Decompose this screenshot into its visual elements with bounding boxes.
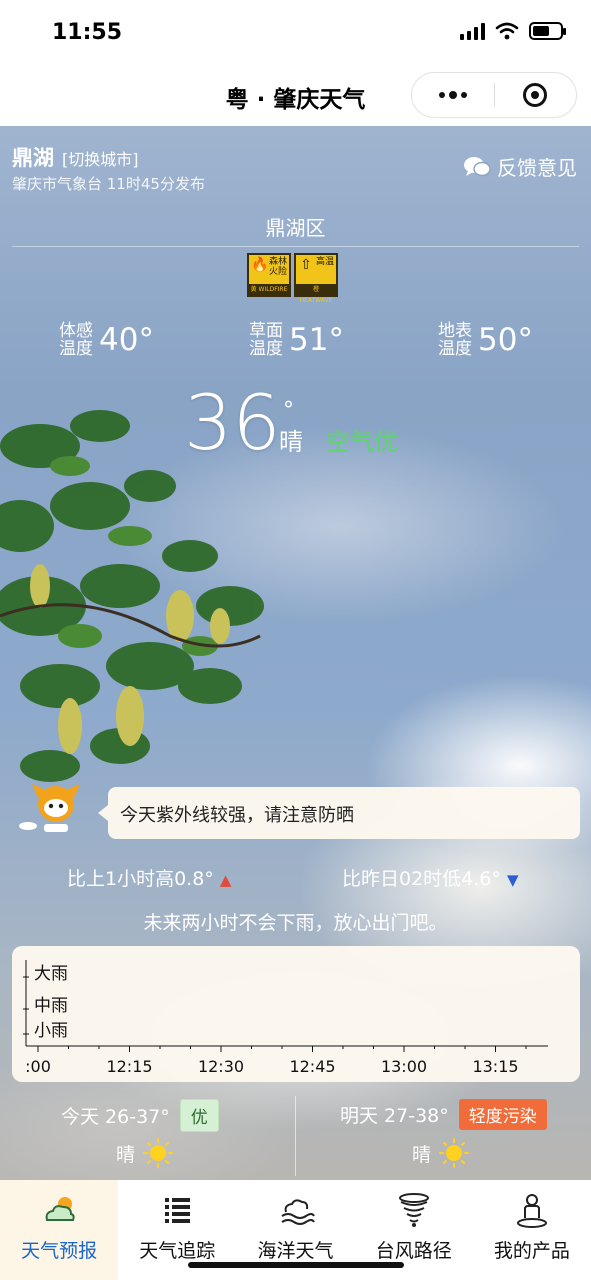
battery-icon bbox=[529, 22, 566, 40]
degree-symbol: ° bbox=[283, 398, 294, 423]
publish-info: 肇庆市气象台 11时45分发布 bbox=[12, 175, 205, 193]
warning-name: 森林火险 bbox=[269, 257, 288, 277]
rain-forecast-message: 未来两小时不会下雨，放心出门吧。 bbox=[143, 912, 448, 934]
chart-x-label: :00 bbox=[25, 1057, 51, 1076]
tab-weather-forecast[interactable]: 天气预报 bbox=[0, 1180, 119, 1280]
ground-temperature: 地表温度 50° bbox=[438, 322, 533, 358]
today-weather: 晴 bbox=[116, 1143, 136, 1166]
up-arrow-icon: ▲ bbox=[219, 871, 232, 889]
metric-value: 50° bbox=[478, 322, 533, 358]
tab-my-products[interactable]: 我的产品 bbox=[473, 1180, 591, 1280]
divider bbox=[12, 246, 579, 247]
city-row: 鼎湖 [切换城市] bbox=[12, 142, 139, 172]
warning-name: 高温 bbox=[316, 257, 335, 267]
chart-y-label: 小雨 bbox=[34, 1021, 68, 1041]
city-name: 鼎湖 bbox=[12, 146, 54, 170]
tip-text: 今天紫外线较强，请注意防晒 bbox=[120, 805, 354, 826]
chart-x-label: 13:15 bbox=[472, 1057, 518, 1076]
wifi-icon bbox=[495, 22, 519, 40]
chart-x-label: 13:00 bbox=[381, 1057, 427, 1076]
switch-city-link[interactable]: [切换城市] bbox=[62, 146, 139, 170]
chat-bubble-icon bbox=[464, 156, 491, 176]
metric-value: 40° bbox=[99, 322, 154, 358]
status-time: 11:55 bbox=[52, 20, 123, 45]
tab-label: 我的产品 bbox=[493, 1240, 570, 1262]
chart-x-label: 12:15 bbox=[106, 1057, 152, 1076]
metric-label: 草面温度 bbox=[249, 321, 283, 359]
tomorrow-forecast[interactable]: 明天 27-38° 轻度污染 bbox=[340, 1099, 547, 1130]
today-forecast[interactable]: 今天 26-37° 优 bbox=[61, 1099, 219, 1132]
tab-label: 天气追踪 bbox=[139, 1240, 216, 1262]
feels-like-temperature: 体感温度 40° bbox=[59, 322, 154, 358]
thermometer-icon: ⇧ bbox=[300, 257, 312, 273]
chart-x-label: 12:30 bbox=[198, 1057, 244, 1076]
chart-y-label: 大雨 bbox=[34, 964, 68, 984]
feedback-label: 反馈意见 bbox=[497, 156, 577, 180]
more-dots-icon bbox=[438, 91, 467, 99]
more-button[interactable] bbox=[412, 73, 494, 117]
cellular-signal-icon bbox=[460, 22, 485, 40]
nav-bar: 粤 · 肇庆天气 bbox=[0, 64, 591, 126]
warning-badges: 🔥 森林火险 黄 WILDFIRE ⇧ 高温 橙 HEATWAVE bbox=[247, 253, 338, 304]
chart-x-label: 12:45 bbox=[289, 1057, 335, 1076]
ocean-icon bbox=[280, 1199, 315, 1225]
heatwave-warning-badge[interactable]: ⇧ 高温 橙 HEATWAVE bbox=[294, 253, 338, 304]
sun-icon bbox=[143, 1138, 174, 1168]
tomorrow-aqi-badge: 轻度污染 bbox=[458, 1099, 547, 1130]
close-miniprogram-button[interactable] bbox=[495, 73, 577, 117]
metric-label: 地表温度 bbox=[438, 321, 472, 359]
tomorrow-condition: 晴 bbox=[412, 1138, 470, 1168]
wildfire-warning-badge[interactable]: 🔥 森林火险 黄 WILDFIRE bbox=[247, 253, 291, 297]
down-arrow-icon: ▼ bbox=[506, 871, 519, 889]
status-bar: 11:55 bbox=[0, 0, 591, 64]
mascot-icon[interactable] bbox=[18, 780, 90, 840]
current-temperature: 36 bbox=[184, 378, 281, 467]
tip-bubble: 今天紫外线较强，请注意防晒 bbox=[98, 787, 580, 839]
today-aqi-badge: 优 bbox=[179, 1099, 219, 1132]
grass-temperature: 草面温度 51° bbox=[249, 322, 344, 358]
current-weather: 晴 bbox=[279, 428, 303, 456]
tomorrow-temp-range: 明天 27-38° bbox=[340, 1105, 449, 1127]
yesterday-comparison: 比昨日02时低4.6° ▼ bbox=[342, 864, 519, 891]
close-target-icon bbox=[523, 83, 548, 107]
typhoon-icon bbox=[398, 1193, 429, 1227]
district-name: 鼎湖区 bbox=[265, 216, 326, 240]
feedback-button[interactable]: 反馈意见 bbox=[463, 152, 577, 181]
tomorrow-weather: 晴 bbox=[412, 1143, 432, 1166]
home-indicator bbox=[188, 1262, 404, 1268]
metric-label: 体感温度 bbox=[59, 321, 93, 359]
person-icon bbox=[516, 1194, 547, 1228]
tab-label: 台风路径 bbox=[375, 1240, 452, 1262]
today-temp-range: 今天 26-37° bbox=[61, 1106, 170, 1128]
sun-icon bbox=[439, 1138, 470, 1168]
air-quality[interactable]: 空气优 bbox=[326, 422, 398, 457]
weather-cloud-sun-icon bbox=[45, 1197, 75, 1221]
rain-chart: 大雨中雨小雨 :00 12:15 12:30 12:45 13:00 13:15 bbox=[12, 946, 580, 1082]
hour-comparison: 比上1小时高0.8° ▲ bbox=[67, 864, 231, 891]
tab-label: 天气预报 bbox=[21, 1240, 98, 1262]
hour-comparison-text: 比上1小时高0.8° bbox=[67, 868, 214, 890]
status-icons bbox=[460, 22, 566, 40]
yesterday-comparison-text: 比昨日02时低4.6° bbox=[342, 868, 501, 890]
list-icon bbox=[165, 1198, 191, 1223]
fire-icon: 🔥 bbox=[251, 257, 269, 273]
today-condition: 晴 bbox=[116, 1138, 174, 1168]
miniprogram-capsule bbox=[411, 72, 577, 118]
chart-y-label: 中雨 bbox=[34, 996, 68, 1016]
forecast-divider bbox=[295, 1096, 296, 1176]
metric-value: 51° bbox=[289, 322, 344, 358]
rain-chart-svg: 大雨中雨小雨 :00 12:15 12:30 12:45 13:00 13:15 bbox=[23, 960, 548, 1076]
tab-label: 海洋天气 bbox=[257, 1240, 334, 1262]
